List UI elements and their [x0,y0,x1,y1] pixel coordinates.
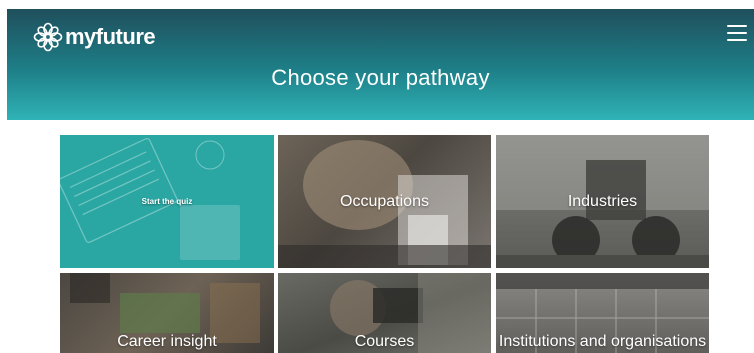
site-header: myfuture Choose your pathway [7,9,754,120]
tile-courses[interactable]: Courses [278,273,491,353]
brand-name: myfuture [65,24,156,49]
tile-label: Courses [354,333,415,350]
tile-label: Industries [567,192,638,210]
page-title: Choose your pathway [271,65,490,90]
tile-label: Career insight [117,333,217,350]
tile-start-the-quiz[interactable]: Start the quiz [60,135,274,268]
tile-career-insight[interactable]: Career insight [60,273,274,353]
hamburger-menu-icon[interactable] [727,25,747,41]
tile-label: Institutions and organisations [498,333,707,350]
tile-industries[interactable]: Industries [496,135,709,268]
myfuture-flower-logo-icon [33,22,63,52]
tile-label: Start the quiz [141,197,193,206]
tile-label: Occupations [340,192,429,210]
tile-occupations[interactable]: Occupations [278,135,491,268]
brand-logo[interactable]: myfuture [33,22,156,52]
tile-institutions-and-organisations[interactable]: Institutions and organisations [496,273,709,353]
